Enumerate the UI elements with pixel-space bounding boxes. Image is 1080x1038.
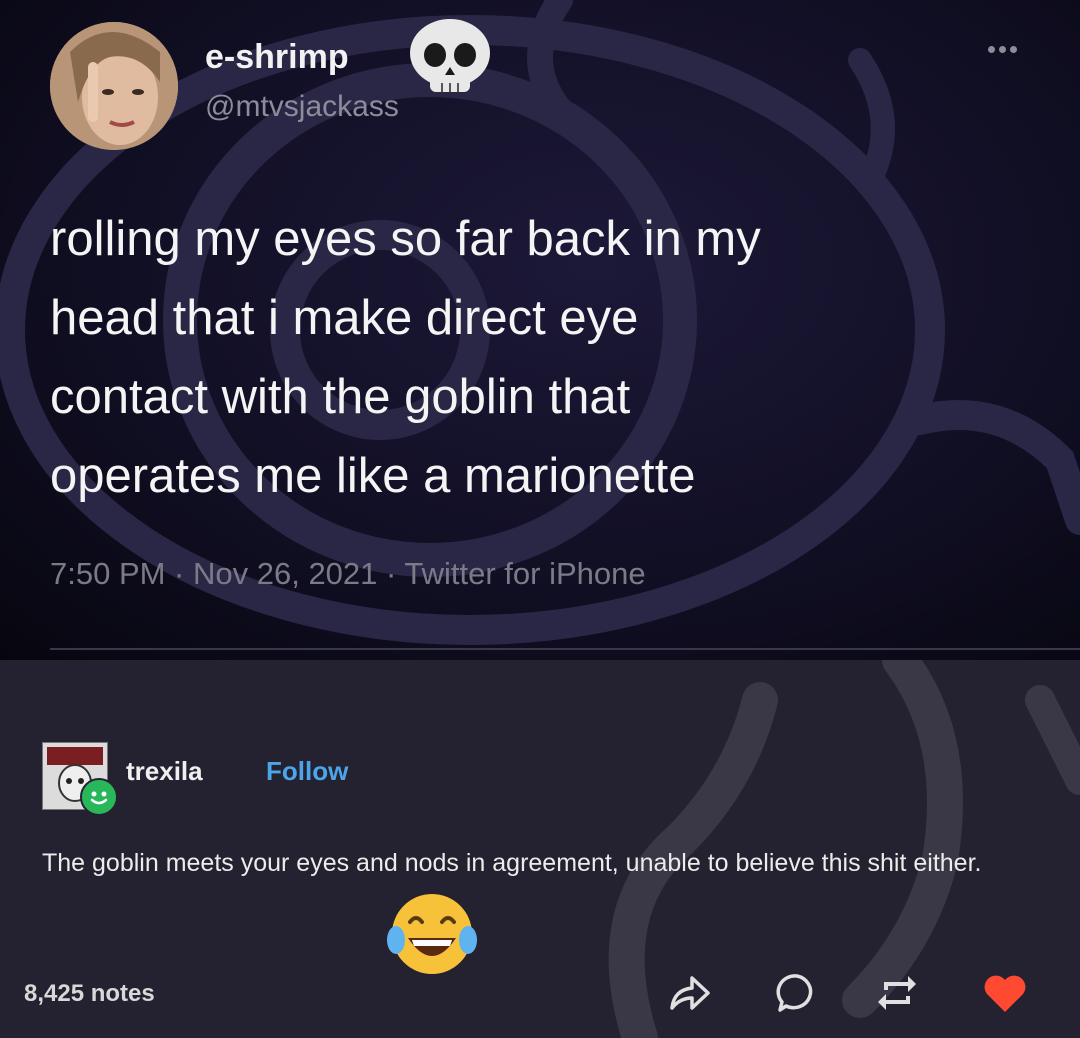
reply-icon[interactable]	[772, 968, 822, 1018]
reply-text: The goblin meets your eyes and nods in a…	[42, 849, 982, 877]
tweet-text-line: head that i make direct eye	[50, 291, 639, 345]
author-display-name[interactable]: e-shrimp	[205, 38, 349, 77]
notes-count[interactable]: 8,425 notes	[24, 980, 155, 1008]
tweet-text-line: contact with the goblin that	[50, 370, 631, 424]
follow-button[interactable]: Follow	[266, 756, 348, 787]
laughing-tears-icon	[387, 894, 477, 974]
tweet-text-line: rolling my eyes so far back in my	[50, 212, 761, 266]
author-avatar[interactable]	[50, 22, 178, 150]
reblogger-username[interactable]: trexila	[126, 756, 203, 787]
tweet-timestamp[interactable]: 7:50 PM · Nov 26, 2021 · Twitter for iPh…	[50, 556, 646, 592]
skull-icon	[410, 19, 490, 92]
reblog-icon[interactable]	[872, 968, 922, 1018]
heart-icon[interactable]	[980, 968, 1030, 1018]
divider	[50, 648, 1080, 650]
more-options-icon[interactable]	[988, 40, 1028, 53]
tumblr-reblog-post: trexila Follow The goblin meets your eye…	[0, 660, 1080, 1038]
tweet-text: rolling my eyes so far back in my head t…	[50, 200, 1010, 516]
share-icon[interactable]	[664, 968, 714, 1018]
tweet-text-line: operates me like a marionette	[50, 449, 696, 503]
online-status-icon	[80, 778, 118, 816]
tweet-screenshot: e-shrimp @mtvsjackass rolling my eyes so…	[0, 0, 1080, 660]
author-handle[interactable]: @mtvsjackass	[205, 90, 399, 124]
